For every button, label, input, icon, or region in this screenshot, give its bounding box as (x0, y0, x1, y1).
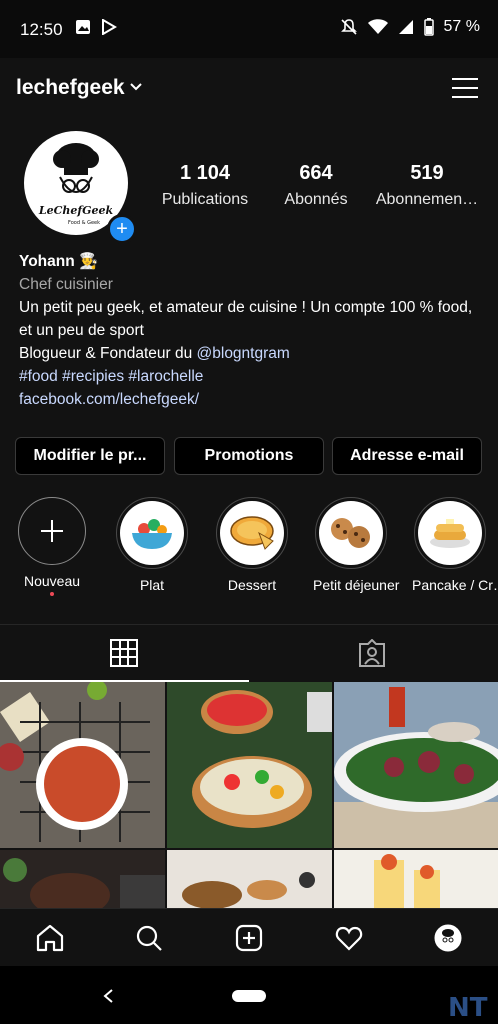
grid-icon[interactable] (110, 639, 138, 667)
signal-icon (398, 20, 413, 34)
home-icon[interactable] (36, 924, 64, 952)
stat-label: Publications (161, 191, 249, 208)
back-icon[interactable] (102, 988, 114, 1004)
grid-post[interactable] (334, 850, 498, 908)
watermark-logo-icon: NT (448, 993, 488, 1020)
highlight-new[interactable]: Nouveau (14, 497, 90, 596)
grid-post[interactable] (167, 850, 332, 908)
highlight-label: Plat (139, 577, 165, 593)
logo-subtext: Food & Geek (68, 220, 100, 226)
stat-posts[interactable]: 1 104 Publications (154, 162, 256, 209)
logo-text: LeChefGeek (38, 204, 114, 217)
mention-link[interactable]: @blogntgram (197, 345, 290, 362)
stat-following[interactable]: 519 Abonnemen… (372, 162, 482, 209)
grid-post[interactable] (167, 682, 332, 848)
plus-icon (41, 520, 63, 542)
stat-followers[interactable]: 664 Abonnés (278, 162, 354, 209)
new-post-icon[interactable] (235, 924, 263, 952)
stat-label: Abonnemen… (375, 191, 479, 208)
highlight-plat[interactable]: Plat (114, 497, 190, 593)
profile-category: Chef cuisinier (19, 276, 113, 293)
notification-dot (50, 592, 54, 596)
highlight-label: Pancake / Cr… (412, 577, 498, 593)
image-notification-icon (76, 20, 90, 34)
status-time: 12:50 (20, 20, 63, 39)
profile-avatar[interactable] (434, 924, 462, 952)
stat-value: 519 (410, 162, 444, 184)
highlight-breakfast[interactable]: Petit déjeuner (313, 497, 400, 593)
menu-icon[interactable] (452, 77, 478, 99)
wifi-icon (367, 19, 388, 34)
highlight-ring (315, 497, 387, 569)
home-pill[interactable] (232, 990, 266, 1002)
highlight-pancake[interactable]: Pancake / Cr… (412, 497, 498, 593)
bio-text: Blogueur & Fondateur du (19, 345, 197, 362)
battery-percent: 57 % (443, 18, 480, 35)
highlight-ring (414, 497, 486, 569)
tabs-divider (0, 624, 498, 625)
highlight-label: Nouveau (23, 573, 81, 589)
website-link[interactable]: facebook.com/lechefgeek/ (19, 388, 484, 411)
highlight-label: Petit déjeuner (313, 577, 400, 593)
tagged-person-icon[interactable] (358, 639, 386, 667)
system-navigation-bar: NT (0, 966, 498, 1024)
highlight-ring (216, 497, 288, 569)
email-button[interactable]: Adresse e-mail (332, 437, 482, 475)
status-right: 57 % (340, 18, 480, 36)
heart-icon[interactable] (335, 924, 363, 952)
highlight-ring (18, 497, 86, 565)
highlight-dessert[interactable]: Dessert (214, 497, 290, 593)
stat-value: 1 104 (179, 162, 231, 184)
highlight-label: Dessert (227, 577, 277, 593)
pie-icon (230, 516, 274, 550)
status-notifications (75, 19, 117, 35)
battery-icon (423, 18, 434, 36)
stat-label: Abonnés (284, 191, 348, 208)
edit-profile-button[interactable]: Modifier le pr... (15, 437, 165, 475)
photo-grid (0, 682, 498, 908)
promotions-button[interactable]: Promotions (174, 437, 324, 475)
profile-username[interactable]: lechefgeek (16, 76, 125, 100)
grid-post[interactable] (0, 850, 165, 908)
play-store-icon (102, 19, 117, 35)
svg-text:NT: NT (448, 993, 488, 1020)
profile-bio: Yohann 👨‍🍳 Chef cuisinier Un petit peu g… (19, 250, 484, 411)
profile-display-name: Yohann 👨‍🍳 (19, 253, 99, 270)
add-story-plus-icon[interactable]: + (107, 214, 137, 244)
salad-bowl-icon (132, 519, 172, 549)
bio-text: Un petit peu geek, et amateur de cuisine… (19, 299, 473, 339)
stat-value: 664 (299, 162, 333, 184)
grid-post[interactable] (0, 682, 165, 848)
bottom-navigation (0, 908, 498, 967)
hashtags[interactable]: #food #recipies #larochelle (19, 365, 484, 388)
cookies-icon (331, 518, 370, 548)
highlight-ring (116, 497, 188, 569)
pancake-icon (430, 519, 470, 548)
bio-line2: Blogueur & Fondateur du @blogntgram (19, 342, 484, 365)
grid-post[interactable] (334, 682, 498, 848)
chevron-down-icon[interactable] (130, 82, 142, 92)
search-icon[interactable] (135, 924, 163, 952)
mute-icon (340, 19, 357, 35)
